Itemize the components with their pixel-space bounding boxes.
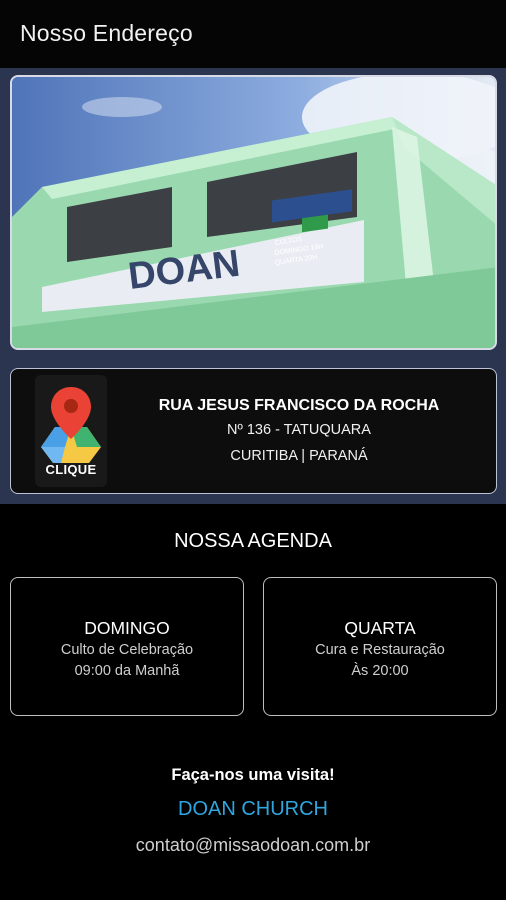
- address-text: RUA JESUS FRANCISCO DA ROCHA Nº 136 - TA…: [119, 395, 479, 469]
- church-name-link[interactable]: DOAN CHURCH: [0, 798, 506, 821]
- church-building-photo: DOAN CULTOS DOMINGO 19H QUARTA 20H: [10, 75, 497, 350]
- agenda-event: Culto de Celebração: [60, 642, 194, 658]
- agenda-day: DOMINGO: [84, 618, 170, 638]
- page-title: Nosso Endereço: [20, 20, 193, 46]
- app-bar: Nosso Endereço: [0, 0, 506, 68]
- open-map-button[interactable]: CLIQUE: [35, 375, 107, 487]
- agenda-event: Cura e Restauração: [315, 642, 445, 658]
- visit-invitation: Faça-nos uma visita!: [171, 766, 335, 784]
- agenda-card-sunday: DOMINGO Culto de Celebração 09:00 da Man…: [10, 577, 244, 716]
- map-button-label: CLIQUE: [45, 462, 97, 477]
- agenda-time: 09:00 da Manhã: [74, 663, 180, 679]
- contact-email-link[interactable]: contato@missaodoan.com.br: [0, 835, 506, 856]
- agenda-title: NOSSA AGENDA: [174, 530, 332, 552]
- address-number: Nº 136 - TATUQUARA: [227, 422, 371, 438]
- address-card: CLIQUE RUA JESUS FRANCISCO DA ROCHA Nº 1…: [10, 368, 497, 494]
- agenda-day: QUARTA: [344, 618, 416, 638]
- agenda-card-wednesday: QUARTA Cura e Restauração Às 20:00: [263, 577, 497, 716]
- address-city: CURITIBA | PARANÁ: [230, 448, 368, 464]
- address-street: RUA JESUS FRANCISCO DA ROCHA: [158, 397, 440, 414]
- agenda-time: Às 20:00: [351, 663, 409, 679]
